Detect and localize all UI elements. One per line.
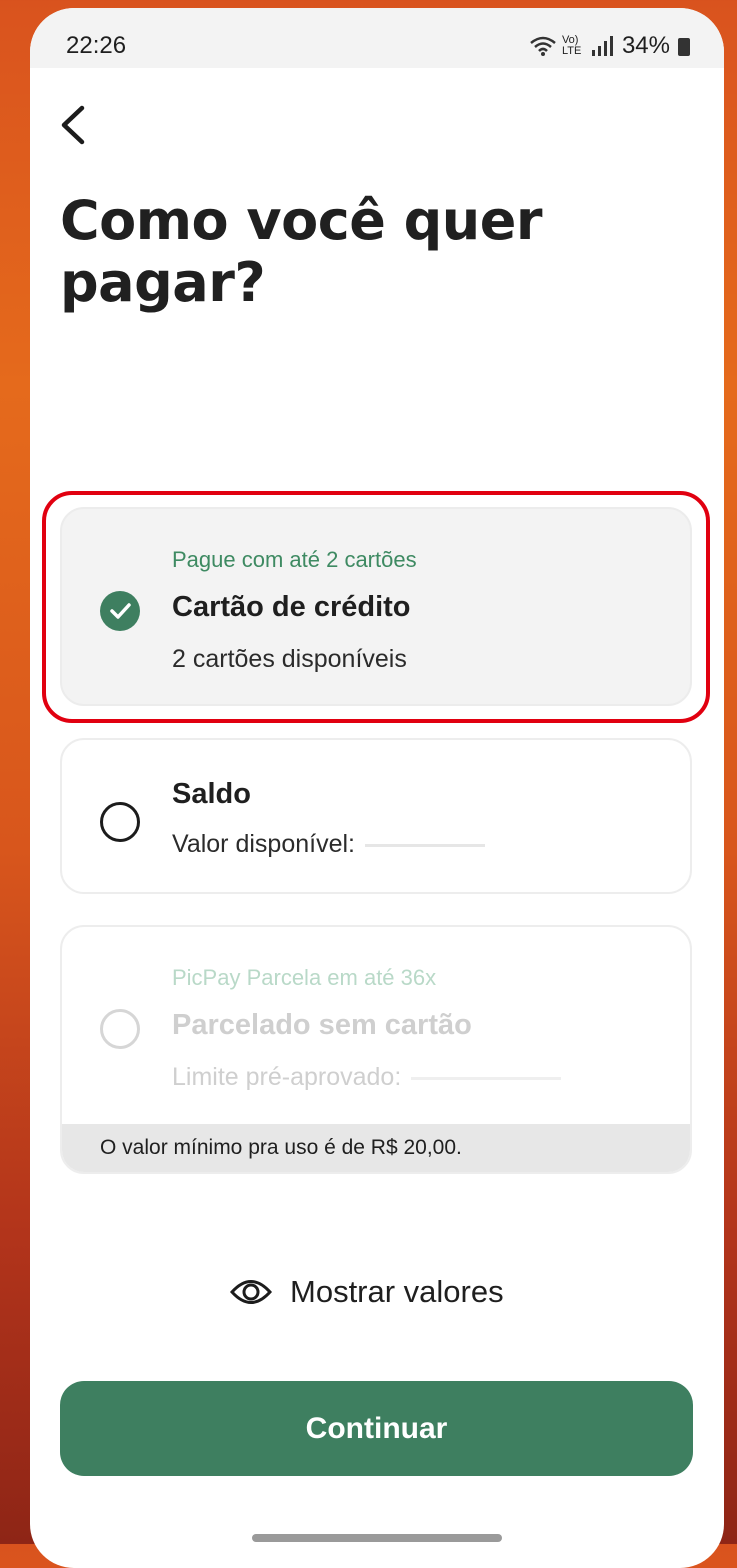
- radio-checked-icon[interactable]: [100, 591, 140, 631]
- hidden-value-mask: [364, 843, 485, 847]
- wifi-icon: [530, 36, 556, 56]
- page-title: Como você quer pagar?: [60, 189, 542, 314]
- option-label: Saldo: [172, 778, 251, 810]
- option-label: Parcelado sem cartão: [172, 1009, 472, 1041]
- option-subtitle-text: Limite pré-aprovado:: [172, 1063, 402, 1091]
- phone-screen: 22:26 Vo) LTE 34% Como você quer pagar? …: [30, 8, 724, 1568]
- show-values-label: Mostrar valores: [290, 1274, 504, 1309]
- option-tag: PicPay Parcela em até 36x: [172, 965, 437, 990]
- payment-option-installments: PicPay Parcela em até 36x Parcelado sem …: [60, 925, 692, 1174]
- status-right: Vo) LTE 34%: [530, 32, 690, 60]
- eye-icon: [230, 1280, 272, 1304]
- signal-icon: [591, 36, 613, 56]
- radio-unchecked-icon[interactable]: [100, 802, 140, 842]
- battery-percent: 34%: [621, 32, 670, 59]
- payment-option-saldo[interactable]: Saldo Valor disponível:: [60, 738, 692, 894]
- battery-icon: [678, 38, 690, 56]
- volte-label: Vo) LTE: [561, 34, 582, 57]
- radio-disabled-icon: [100, 1009, 140, 1049]
- checkmark-icon: [110, 603, 131, 619]
- continue-button[interactable]: Continuar: [60, 1381, 693, 1476]
- option-label: Cartão de crédito: [172, 591, 411, 623]
- status-time: 22:26: [66, 32, 127, 59]
- payment-option-credit-card[interactable]: Pague com até 2 cartões Cartão de crédit…: [60, 507, 692, 706]
- option-subtitle: Valor disponível:: [172, 830, 485, 859]
- back-button[interactable]: [54, 100, 94, 150]
- chevron-left-icon: [61, 105, 85, 145]
- status-bar: 22:26 Vo) LTE 34%: [30, 8, 724, 68]
- hidden-value-mask: [411, 1076, 562, 1080]
- minimum-value-notice: O valor mínimo pra uso é de R$ 20,00.: [62, 1124, 690, 1172]
- option-subtitle: Limite pré-aprovado:: [172, 1063, 562, 1092]
- option-subtitle: 2 cartões disponíveis: [172, 645, 407, 673]
- option-tag: Pague com até 2 cartões: [172, 547, 417, 572]
- home-indicator[interactable]: [252, 1534, 502, 1542]
- status-icons: Vo) LTE: [530, 35, 614, 57]
- option-subtitle-text: Valor disponível:: [172, 830, 355, 858]
- show-values-toggle[interactable]: Mostrar valores: [230, 1274, 504, 1310]
